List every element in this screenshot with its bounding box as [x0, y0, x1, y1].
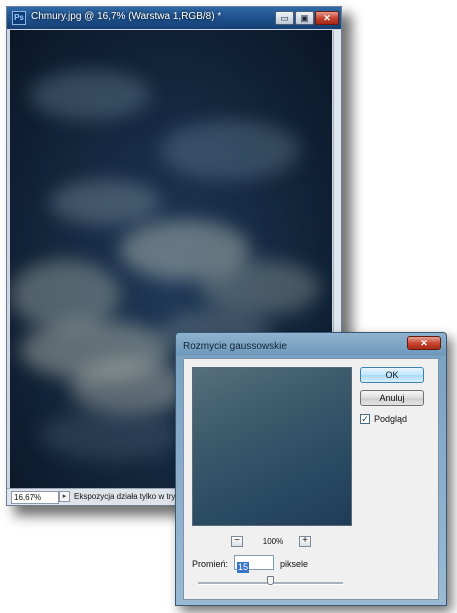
photoshop-icon: Ps [12, 11, 26, 25]
minimize-icon: ▭ [280, 13, 289, 23]
cloud-highlight [200, 260, 320, 315]
zoom-out-button[interactable]: − [231, 536, 243, 547]
dialog-title: Rozmycie gaussowskie [183, 341, 287, 352]
cloud-highlight [160, 120, 300, 180]
preview-zoom-level: 100% [262, 537, 284, 546]
cloud-highlight [70, 360, 190, 415]
dialog-body: − 100% + OK Anuluj ✓ Podgląd Promień: 15… [183, 358, 439, 600]
close-icon: ✕ [323, 13, 331, 23]
maximize-button[interactable]: ▣ [295, 11, 314, 25]
zoom-in-button[interactable]: + [299, 536, 311, 547]
status-message: Ekspozycja działa tylko w trybi [74, 492, 182, 501]
radius-slider-thumb[interactable] [267, 576, 274, 585]
gaussian-blur-dialog: Rozmycie gaussowskie ✕ − 100% + OK Anulu… [175, 332, 447, 606]
maximize-icon: ▣ [300, 13, 309, 23]
zoom-level-field[interactable]: 16,67% [11, 491, 59, 504]
document-title-bar[interactable]: Ps Chmury.jpg @ 16,7% (Warstwa 1,RGB/8) … [7, 7, 341, 29]
preview-checkbox[interactable]: ✓ [360, 414, 370, 424]
blur-preview[interactable] [192, 367, 352, 526]
cloud-highlight [50, 180, 160, 225]
status-menu-icon[interactable]: ▸ [59, 491, 70, 502]
cloud-highlight [40, 410, 180, 460]
document-title: Chmury.jpg @ 16,7% (Warstwa 1,RGB/8) * [31, 11, 222, 22]
radius-input[interactable]: 15 [234, 555, 274, 573]
ok-button[interactable]: OK [360, 367, 424, 383]
cloud-highlight [30, 70, 150, 120]
close-button[interactable]: ✕ [315, 11, 339, 25]
dialog-close-button[interactable]: ✕ [407, 336, 441, 350]
close-icon: ✕ [420, 338, 428, 348]
minimize-button[interactable]: ▭ [275, 11, 294, 25]
radius-unit: piksele [280, 559, 309, 569]
radius-label: Promień: [192, 559, 229, 569]
radius-value: 15 [237, 562, 250, 573]
cancel-button[interactable]: Anuluj [360, 390, 424, 406]
preview-checkbox-label: Podgląd [374, 414, 408, 424]
